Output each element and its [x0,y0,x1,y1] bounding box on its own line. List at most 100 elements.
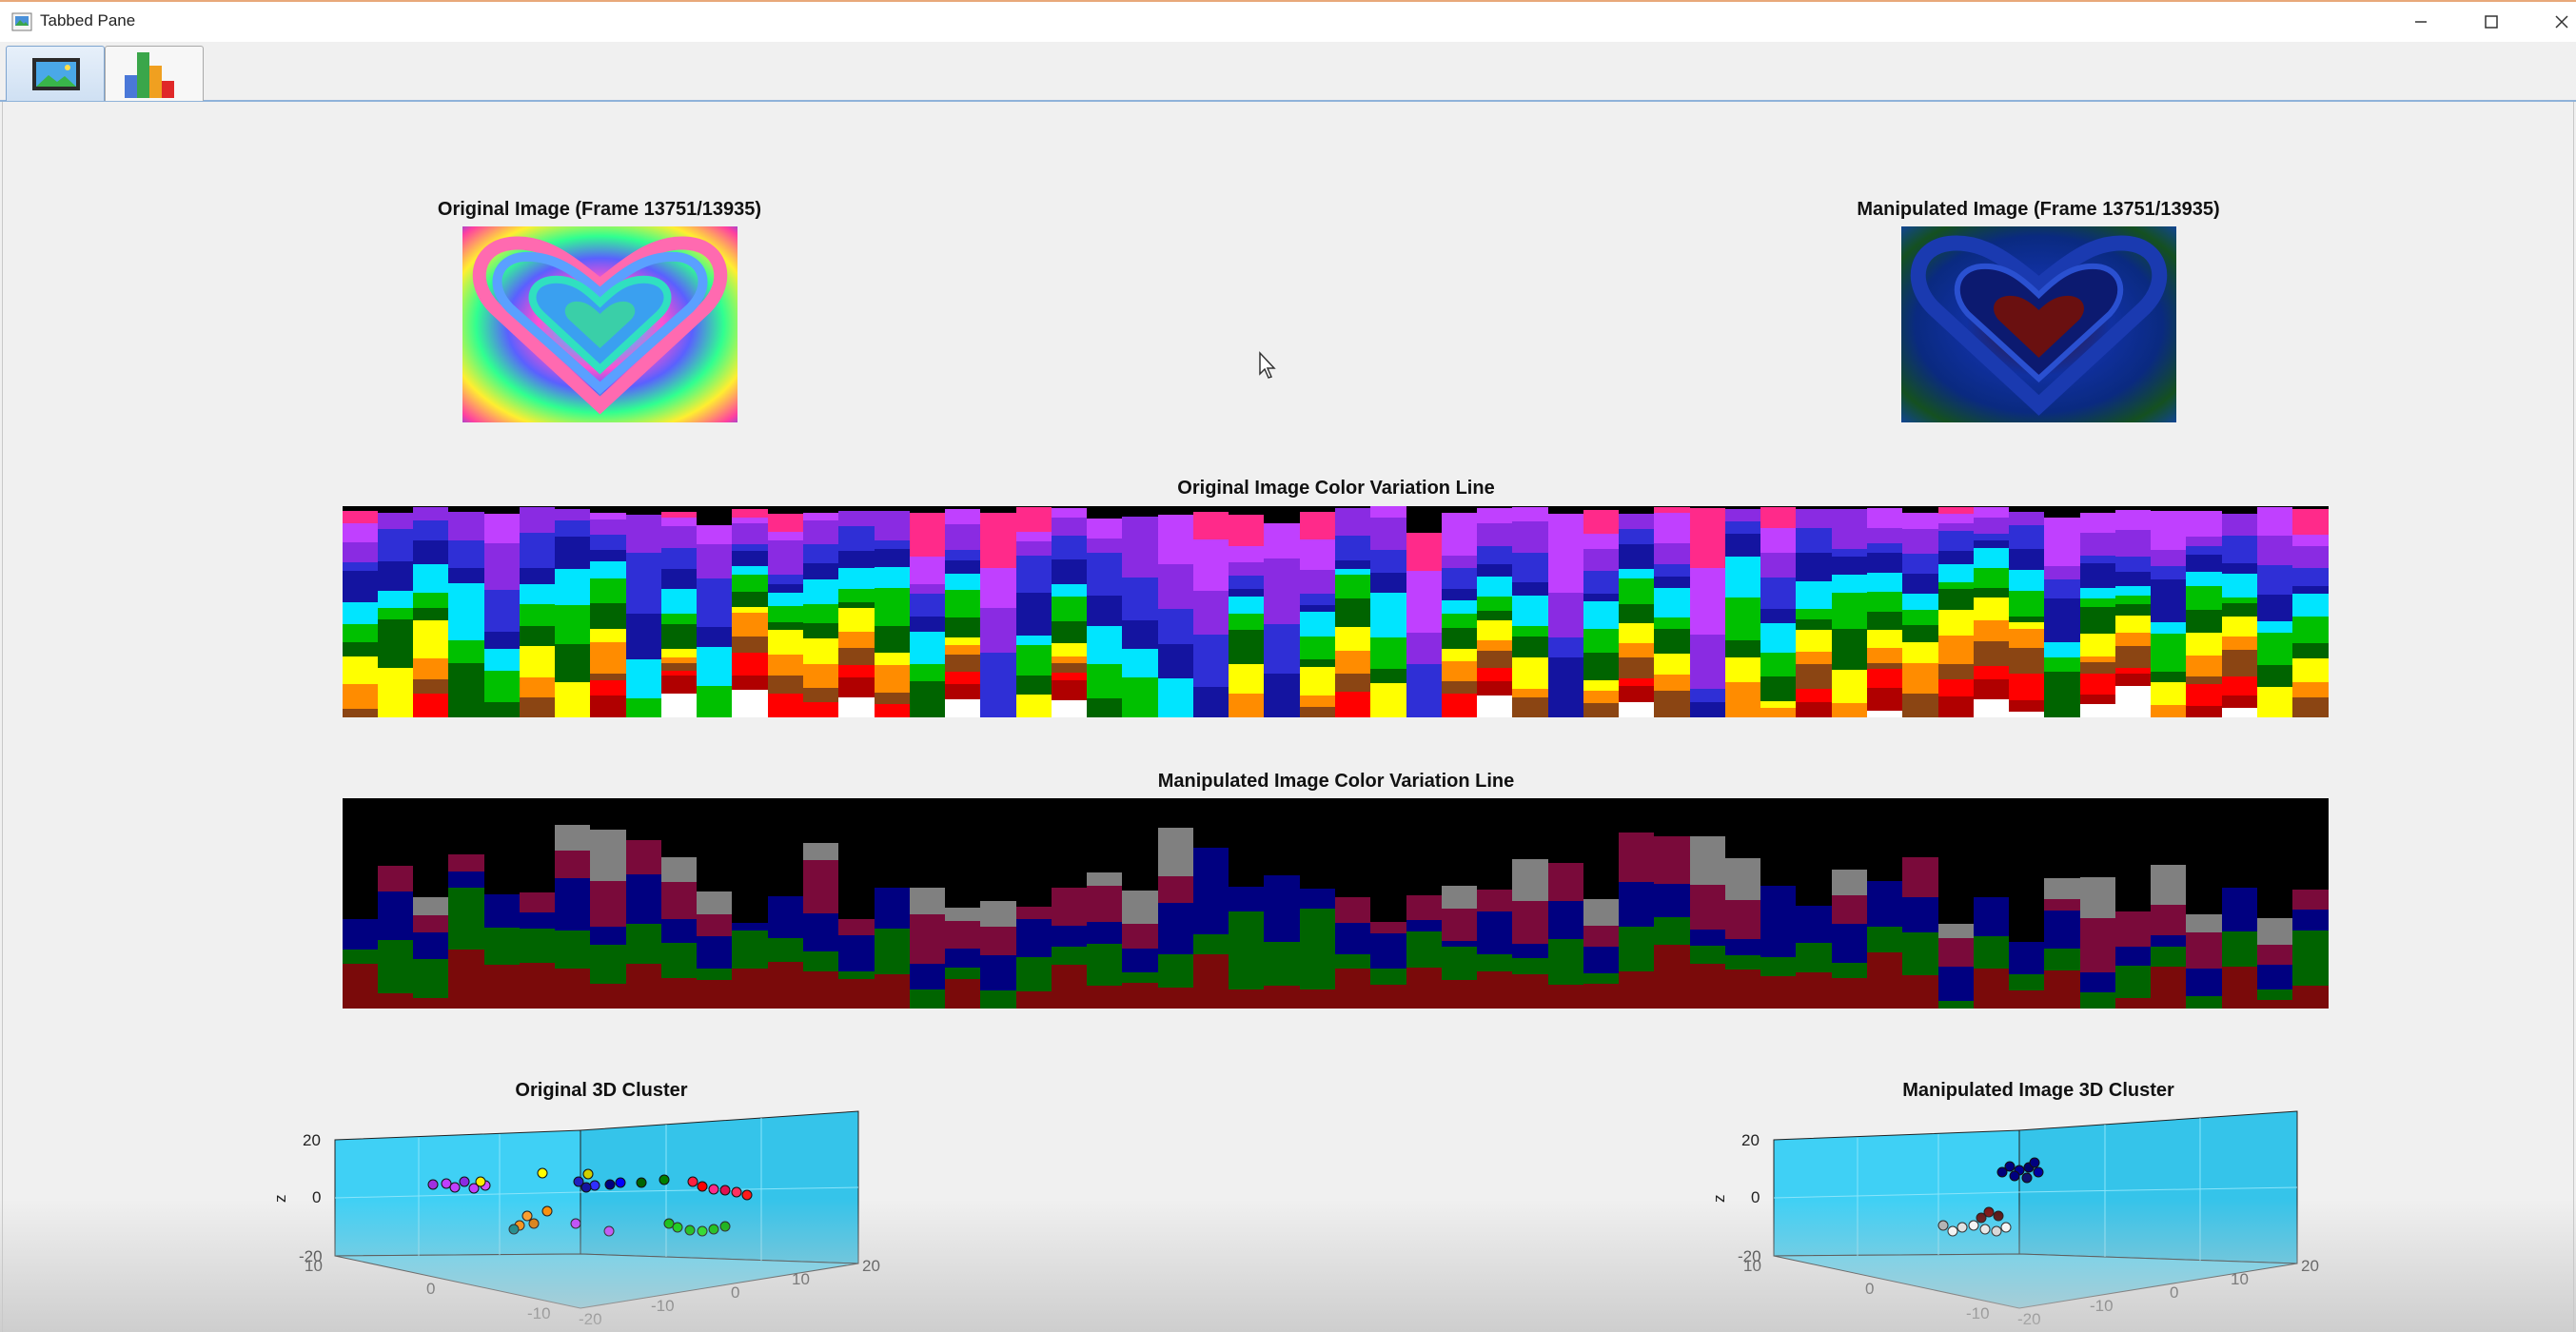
color-column [1938,506,1976,717]
color-column [1264,506,1301,717]
color-column [2292,506,2329,717]
color-column [1016,798,1053,1009]
color-column [910,798,947,1009]
color-column [661,798,698,1009]
original-image-title: Original Image (Frame 13751/13935) [437,199,762,220]
window-title-bar: Tabbed Pane [0,0,2576,42]
right-tick: 10 [2231,1270,2249,1288]
color-column [1193,506,1230,717]
color-column [2115,506,2153,717]
color-column [1548,506,1585,717]
color-column [1370,798,1407,1009]
z-axis-label: z [271,1195,289,1204]
minimize-button[interactable] [2390,2,2451,42]
color-column [838,506,875,717]
color-column [2257,798,2294,1009]
color-column [2151,798,2188,1009]
front-tick: 10 [1743,1257,1761,1275]
color-column [1902,798,1939,1009]
color-column [484,798,521,1009]
color-column [1760,798,1798,1009]
color-column [697,506,734,717]
front-tick: 10 [305,1257,323,1275]
maximize-button[interactable] [2461,2,2522,42]
color-column [1583,506,1621,717]
close-button[interactable] [2531,2,2576,42]
right-tick: 20 [2301,1257,2319,1275]
color-column [1406,798,1444,1009]
color-column [1300,506,1337,717]
bar-chart-icon [125,52,174,98]
color-column [1370,506,1407,717]
color-column [1264,798,1301,1009]
color-column [626,798,663,1009]
front-tick: 0 [1865,1280,1874,1298]
color-column [732,798,769,1009]
color-column [2009,798,2046,1009]
color-column [1796,506,1833,717]
color-column [2009,506,2046,717]
color-column [1832,798,1869,1009]
color-column [448,506,485,717]
color-column [875,506,912,717]
z-tick: 20 [303,1131,321,1149]
color-column [2257,506,2294,717]
tab-bar-chart[interactable] [105,46,204,101]
color-column [555,506,592,717]
color-column [1974,506,2011,717]
image-icon [32,58,80,90]
z-tick: 0 [312,1188,321,1206]
color-column [697,798,734,1009]
right-tick: 10 [792,1270,810,1288]
color-column [378,506,415,717]
color-column [1229,798,1266,1009]
manipulated-image [1901,226,2176,422]
color-column [378,798,415,1009]
color-column [448,798,485,1009]
color-column [520,798,557,1009]
window-title: Tabbed Pane [40,11,136,29]
color-column [1300,798,1337,1009]
color-column [1087,798,1124,1009]
color-column [1760,506,1798,717]
color-column [2044,798,2081,1009]
color-column [2222,798,2259,1009]
original-3d-cluster-plot: z 20 0 -20 10 0 -10 -20 -10 0 10 20 [271,1110,880,1328]
color-column [1442,506,1479,717]
color-column [2080,798,2117,1009]
front-tick: -10 [527,1304,551,1322]
color-column [1619,506,1656,717]
color-column [1122,506,1159,717]
color-column [2080,506,2117,717]
color-column [838,798,875,1009]
color-column [2151,506,2188,717]
color-column [1654,798,1691,1009]
manipulated-3d-cluster-plot: z 20 0 -20 10 0 -10 -20 -10 0 10 20 [1710,1110,2319,1328]
color-column [626,506,663,717]
color-column [875,798,912,1009]
color-column [1229,506,1266,717]
color-column [1690,506,1727,717]
tab-image-view[interactable] [6,46,105,101]
color-column [1796,798,1833,1009]
color-column [732,506,769,717]
color-column [2292,798,2329,1009]
original-color-variation-line [343,506,2329,717]
z-tick: 20 [1741,1131,1760,1149]
color-column [1654,506,1691,717]
color-column [2222,506,2259,717]
color-column [803,506,840,717]
color-column [1052,506,1089,717]
color-column [1867,506,1904,717]
color-column [413,506,450,717]
front-tick: 0 [426,1280,435,1298]
right-tick: 0 [2170,1283,2178,1302]
manipulated-cluster-title: Manipulated Image 3D Cluster [1902,1080,2174,1101]
front-tick: -10 [1966,1304,1990,1322]
color-column [2186,506,2223,717]
original-cluster-title: Original 3D Cluster [515,1080,688,1101]
original-image [462,226,737,422]
color-column [1548,798,1585,1009]
right-tick: -20 [2017,1310,2041,1328]
color-column [768,798,805,1009]
